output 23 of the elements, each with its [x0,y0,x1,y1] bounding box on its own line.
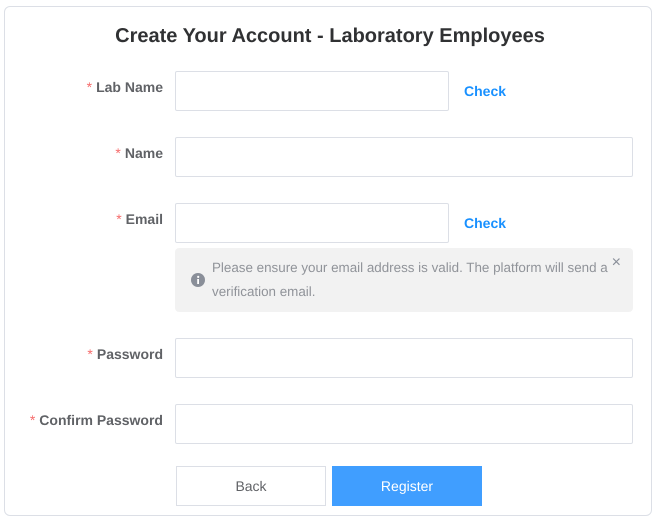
input-field[interactable] [175,404,633,444]
required-mark: * [30,412,36,428]
check-link[interactable]: Check [464,212,506,234]
input-field[interactable] [175,137,633,177]
back-button[interactable]: Back [176,466,326,506]
form-title: Create Your Account - Laboratory Employees [114,24,546,49]
register-button[interactable]: Register [332,466,482,506]
required-mark: * [116,211,122,227]
input-field[interactable] [175,338,633,378]
field-label: Email [126,211,163,227]
input-field[interactable] [175,71,449,111]
required-mark: * [86,79,92,95]
alert-message: Please ensure your email address is valid. The platform will send a verification email. [212,259,609,301]
field-label: Name [124,145,163,161]
field-label: Password [96,346,163,362]
required-mark: * [115,145,121,161]
input-field[interactable] [175,203,449,243]
field-label: Lab Name [96,79,163,95]
required-mark: * [87,346,93,362]
field-label: Confirm Password [39,412,163,428]
close-icon[interactable]: × [612,254,621,272]
info-icon [191,273,205,287]
check-link[interactable]: Check [464,80,506,102]
